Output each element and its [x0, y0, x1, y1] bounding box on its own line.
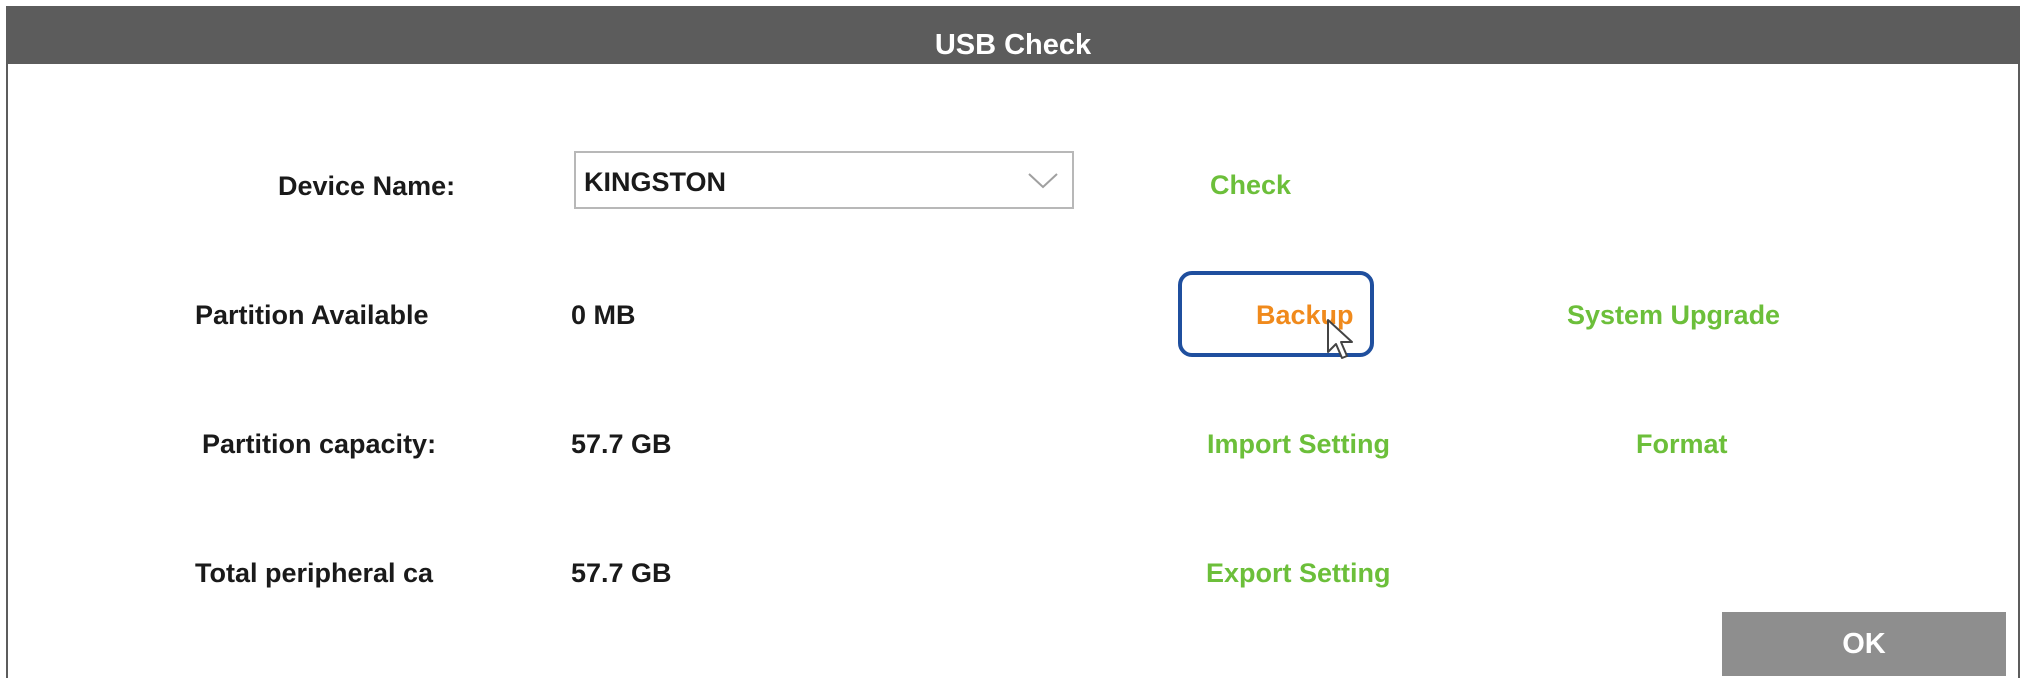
usb-check-dialog: USB Check Device Name: KINGSTON Check Pa… [6, 6, 2020, 678]
partition-capacity-label: Partition capacity: [202, 429, 437, 459]
system-upgrade-button[interactable]: System Upgrade [1567, 300, 1780, 331]
total-peripheral-capacity-label: Total peripheral ca [195, 558, 434, 588]
partition-available-label: Partition Available [195, 300, 429, 330]
chevron-down-icon [1028, 173, 1058, 189]
dialog-title: USB Check [8, 6, 2018, 64]
partition-capacity-value: 57.7 GB [571, 429, 672, 459]
total-peripheral-capacity-value: 57.7 GB [571, 558, 672, 588]
import-setting-button[interactable]: Import Setting [1207, 429, 1390, 460]
device-name-value: KINGSTON [584, 167, 727, 197]
ok-button[interactable]: OK [1722, 612, 2006, 676]
device-name-select[interactable]: KINGSTON [574, 151, 1074, 209]
format-button[interactable]: Format [1636, 429, 1728, 460]
check-button[interactable]: Check [1210, 170, 1291, 201]
partition-available-value: 0 MB [571, 300, 636, 330]
mouse-pointer-icon [1327, 319, 1353, 359]
export-setting-button[interactable]: Export Setting [1206, 558, 1391, 589]
device-name-label: Device Name: [278, 171, 456, 201]
